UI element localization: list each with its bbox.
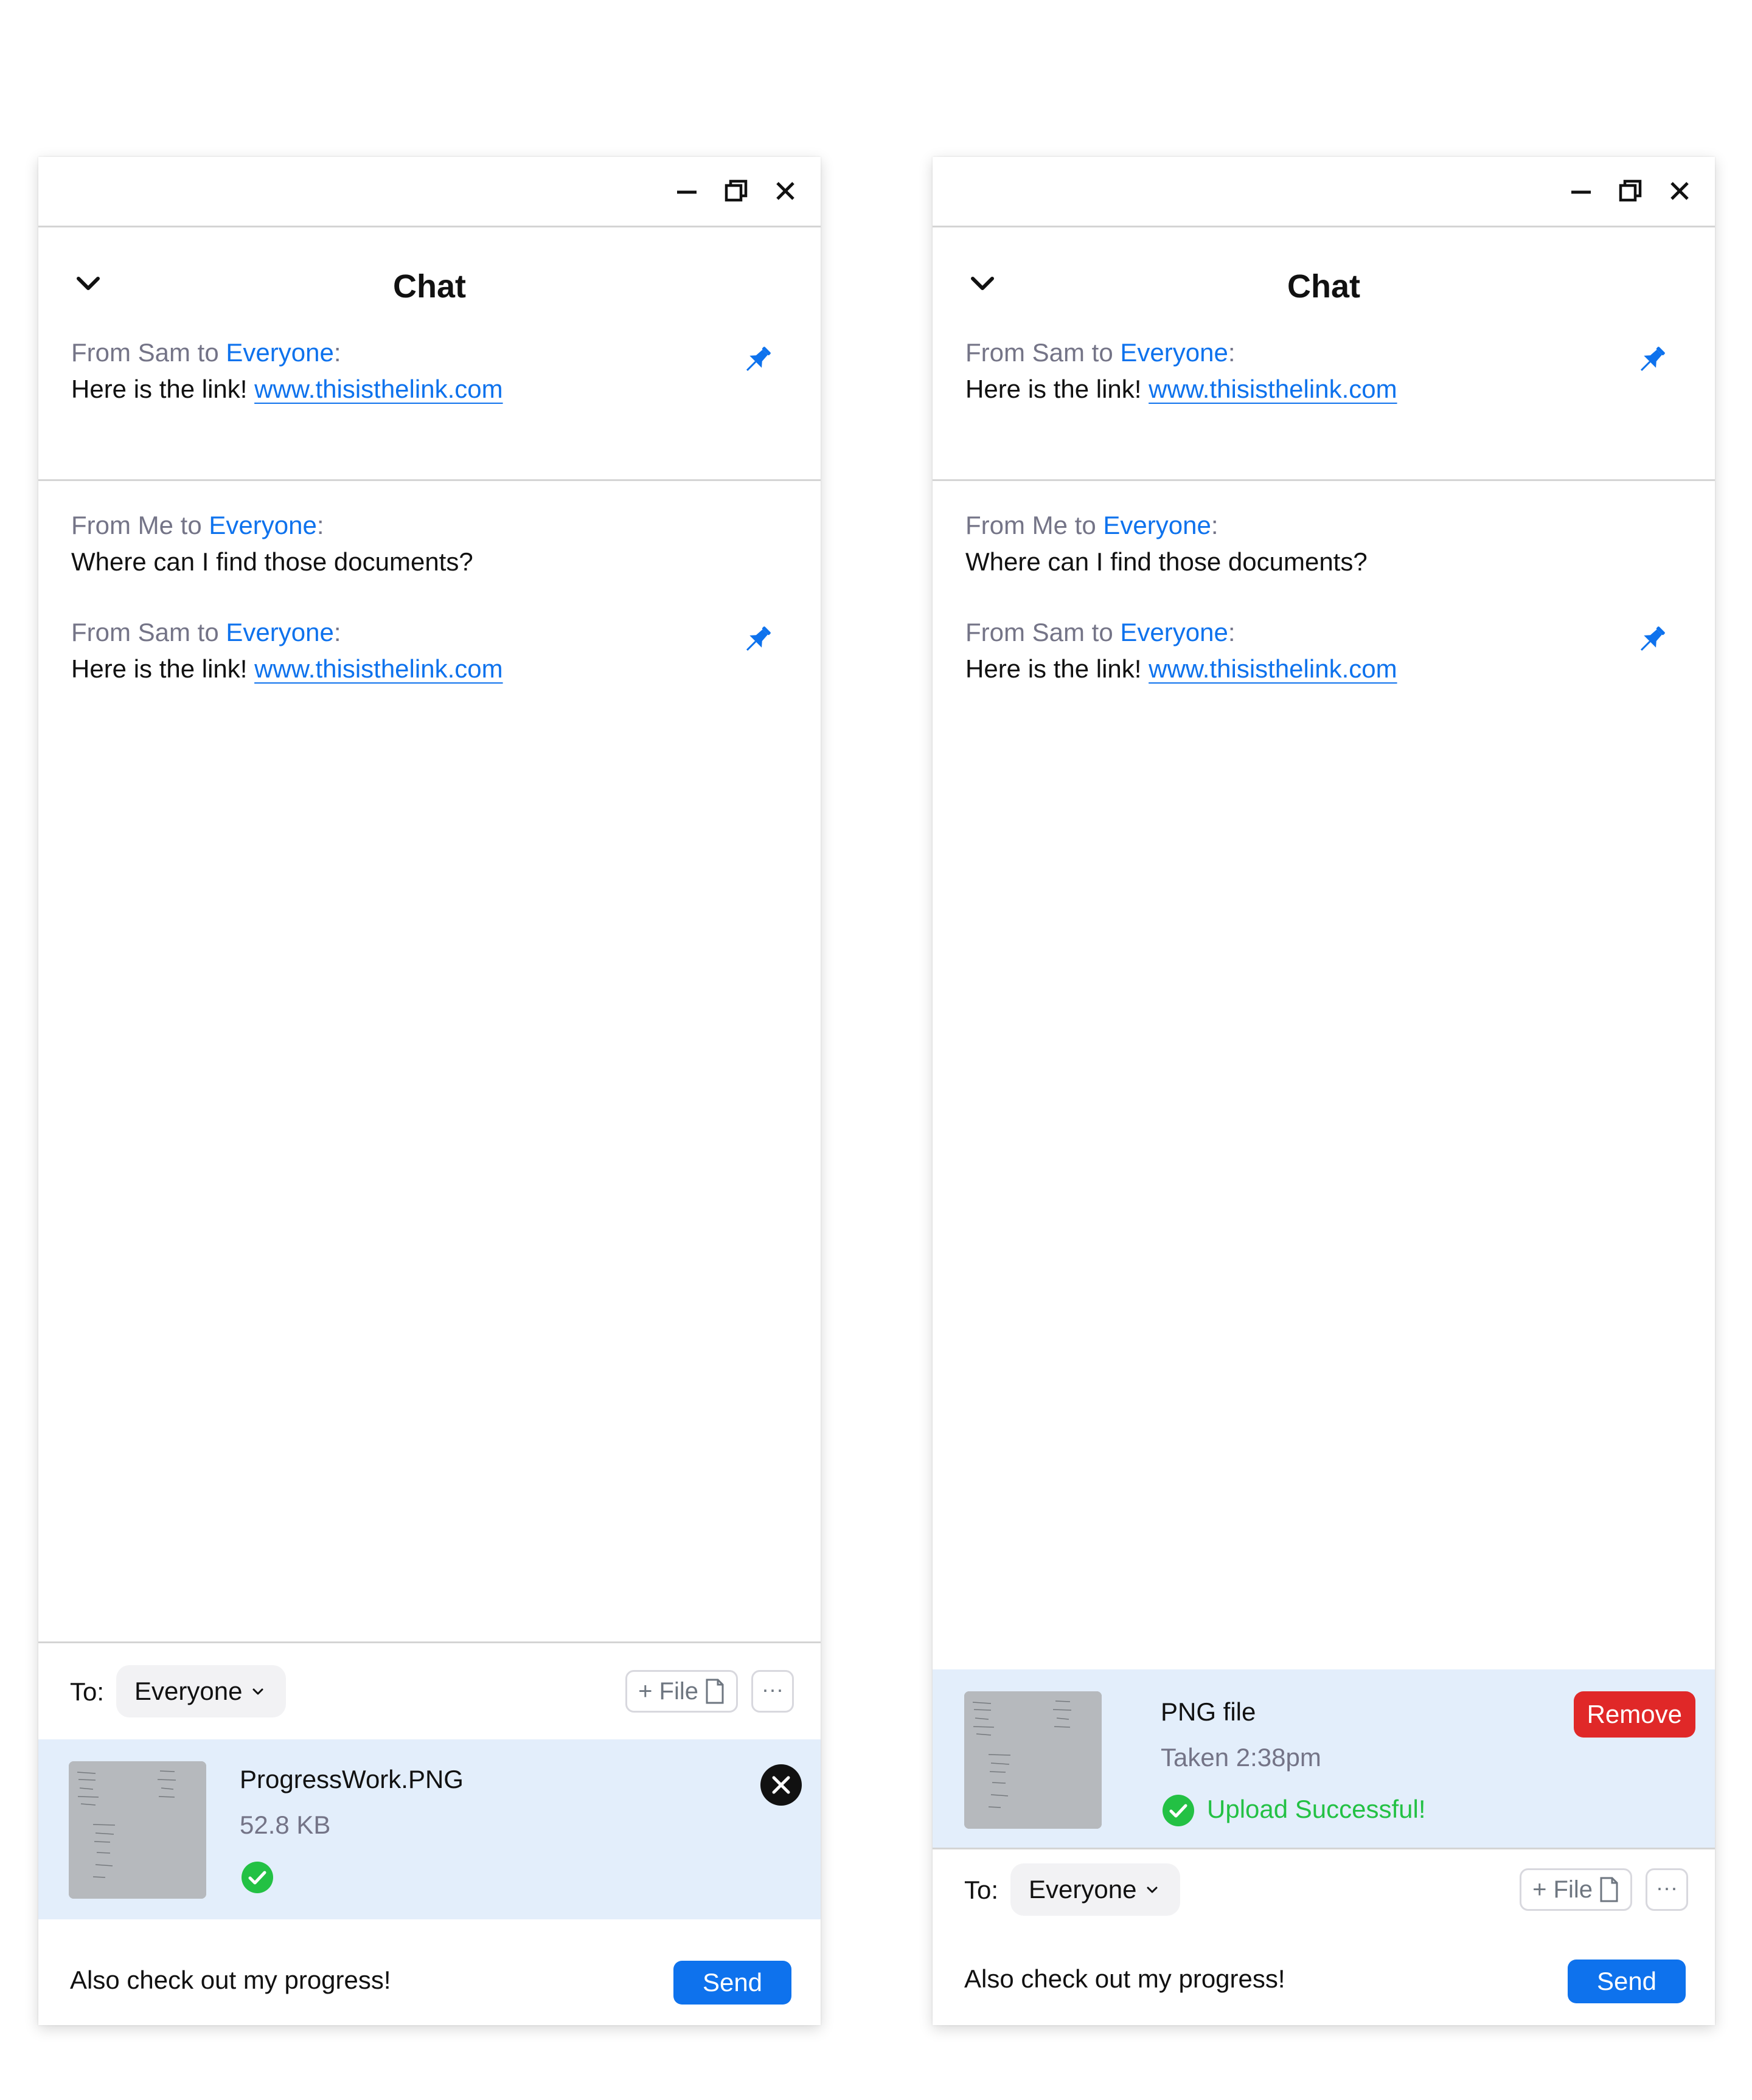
message-body: Here is the link! www.thisisthelink.com <box>965 371 1693 407</box>
title-bar <box>38 157 821 227</box>
message-text: Here is the link! <box>965 375 1149 403</box>
message-input[interactable]: Also check out my progress! <box>70 1962 391 1998</box>
recipient-dropdown[interactable]: Everyone <box>1010 1863 1181 1916</box>
remove-icon[interactable] <box>760 1764 802 1806</box>
attachment-thumbnail <box>69 1761 206 1899</box>
message-body: Here is the link! www.thisisthelink.com <box>71 371 799 407</box>
pin-icon[interactable] <box>1633 342 1670 378</box>
upload-status-text: Upload Successful! <box>1207 1795 1426 1823</box>
recipient-value: Everyone <box>134 1677 243 1705</box>
send-button[interactable]: Send <box>1568 1960 1686 2003</box>
check-circle-icon <box>241 1861 274 1894</box>
pinned-message-area: From Sam to Everyone: Here is the link! … <box>38 315 821 481</box>
close-icon[interactable] <box>1664 175 1695 207</box>
file-icon <box>1599 1876 1619 1903</box>
meta-colon: : <box>333 338 341 367</box>
pin-icon[interactable] <box>739 622 776 658</box>
recipient-text: Everyone <box>1120 338 1228 367</box>
attachment-type: PNG file <box>1161 1697 1256 1726</box>
more-icon[interactable]: ··· <box>1646 1868 1688 1911</box>
attachment-timestamp: Taken 2:38pm <box>1161 1743 1321 1772</box>
message-link[interactable]: www.thisisthelink.com <box>254 654 502 683</box>
pinned-message-area: From Sam to Everyone: Here is the link! … <box>933 315 1715 481</box>
meta-colon: : <box>1228 338 1236 367</box>
meta-colon: : <box>1211 511 1218 539</box>
recipient-text: Everyone <box>1103 511 1211 539</box>
sender-text: From Sam to <box>965 338 1121 367</box>
compose-area: To: Everyone + File ··· Also check out m… <box>933 1842 1715 2025</box>
recipient-text: Everyone <box>209 511 317 539</box>
message-meta: From Me to Everyone: <box>965 507 1693 544</box>
chevron-down-icon <box>1145 1882 1159 1897</box>
attachment-size: 52.8 KB <box>240 1811 331 1839</box>
compose-area: To: Everyone + File ··· ProgressWork.PNG… <box>38 1641 821 2025</box>
chevron-down-icon <box>251 1684 265 1699</box>
sender-text: From Sam to <box>71 338 226 367</box>
file-button-label: + File <box>638 1678 698 1705</box>
sender-text: From Me to <box>71 511 209 539</box>
file-button-label: + File <box>1532 1876 1593 1903</box>
meta-colon: : <box>333 618 341 646</box>
send-button[interactable]: Send <box>673 1961 791 2005</box>
sender-text: From Sam to <box>965 618 1121 646</box>
file-icon <box>704 1678 725 1705</box>
close-icon[interactable] <box>770 175 801 207</box>
chat-message: From Sam to Everyone: Here is the link! … <box>965 614 1693 687</box>
chat-title: Chat <box>393 268 466 305</box>
restore-icon[interactable] <box>720 175 752 207</box>
meta-colon: : <box>316 511 324 539</box>
restore-icon[interactable] <box>1615 175 1646 207</box>
recipient-text: Everyone <box>226 338 334 367</box>
message-text: Here is the link! <box>965 654 1149 683</box>
add-file-button[interactable]: + File <box>1520 1868 1632 1911</box>
sender-text: From Sam to <box>71 618 226 646</box>
to-label: To: <box>70 1677 105 1706</box>
remove-button[interactable]: Remove <box>1573 1691 1695 1738</box>
message-link[interactable]: www.thisisthelink.com <box>1149 375 1397 403</box>
message-meta: From Sam to Everyone: <box>965 334 1693 371</box>
message-body: Here is the link! www.thisisthelink.com <box>71 651 799 687</box>
pinned-message: From Sam to Everyone: Here is the link! … <box>71 334 799 407</box>
chat-title: Chat <box>1287 268 1360 305</box>
message-input[interactable]: Also check out my progress! <box>964 1961 1285 1997</box>
recipient-text: Everyone <box>226 618 334 646</box>
recipient-row: To: Everyone + File ··· <box>933 1863 1715 1918</box>
check-circle-icon <box>1162 1794 1195 1827</box>
chat-message: From Sam to Everyone: Here is the link! … <box>71 614 799 687</box>
message-text: Where can I find those documents? <box>71 547 473 576</box>
add-file-button[interactable]: + File <box>625 1670 738 1713</box>
attachment-name: ProgressWork.PNG <box>240 1765 464 1793</box>
attachment-preview: PNG file Taken 2:38pm Upload Successful!… <box>933 1669 1715 1849</box>
recipient-text: Everyone <box>1120 618 1228 646</box>
message-meta: From Sam to Everyone: <box>71 614 799 651</box>
title-bar <box>933 157 1715 227</box>
minimize-icon[interactable] <box>671 175 703 207</box>
recipient-value: Everyone <box>1029 1875 1137 1904</box>
chat-message: From Me to Everyone: Where can I find th… <box>71 507 799 580</box>
message-link[interactable]: www.thisisthelink.com <box>1149 654 1397 683</box>
message-meta: From Me to Everyone: <box>71 507 799 544</box>
sender-text: From Me to <box>965 511 1104 539</box>
to-label: To: <box>964 1876 999 1904</box>
attachment-thumbnail <box>964 1691 1102 1829</box>
chat-window-right: Chat From Sam to Everyone: Here is the l… <box>933 157 1715 2025</box>
message-link[interactable]: www.thisisthelink.com <box>254 375 502 403</box>
minimize-icon[interactable] <box>1565 175 1597 207</box>
meta-colon: : <box>1228 618 1236 646</box>
chat-message: From Me to Everyone: Where can I find th… <box>965 507 1693 580</box>
more-icon[interactable]: ··· <box>751 1670 794 1713</box>
message-text: Here is the link! <box>71 654 255 683</box>
message-meta: From Sam to Everyone: <box>71 334 799 371</box>
attachment-preview: ProgressWork.PNG 52.8 KB <box>38 1739 821 1919</box>
pin-icon[interactable] <box>1633 622 1670 658</box>
message-text: Here is the link! <box>71 375 255 403</box>
recipient-row: To: Everyone + File ··· <box>38 1665 821 1720</box>
message-meta: From Sam to Everyone: <box>965 614 1693 651</box>
pinned-message: From Sam to Everyone: Here is the link! … <box>965 334 1693 407</box>
pin-icon[interactable] <box>739 342 776 378</box>
message-text: Where can I find those documents? <box>965 547 1368 576</box>
message-body: Here is the link! www.thisisthelink.com <box>965 651 1693 687</box>
recipient-dropdown[interactable]: Everyone <box>116 1665 287 1717</box>
chat-window-left: Chat From Sam to Everyone: Here is the l… <box>38 157 821 2025</box>
